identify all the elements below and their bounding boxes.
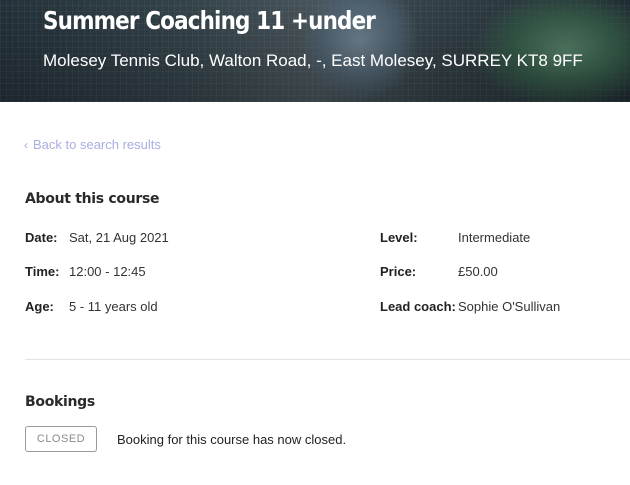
course-title: Summer Coaching 11 +under bbox=[43, 6, 376, 35]
chevron-left-icon: ‹ bbox=[24, 137, 28, 152]
age-row: Age: 5 - 11 years old bbox=[25, 299, 158, 314]
level-label: Level: bbox=[380, 230, 418, 245]
hero-banner: Summer Coaching 11 +under Molesey Tennis… bbox=[0, 0, 630, 102]
price-value: £50.00 bbox=[458, 264, 498, 279]
back-to-search-link[interactable]: ‹ Back to search results bbox=[24, 137, 161, 152]
time-label: Time: bbox=[25, 264, 60, 279]
level-row: Level: Intermediate bbox=[380, 230, 530, 245]
price-label: Price: bbox=[380, 264, 417, 279]
coach-label: Lead coach: bbox=[380, 299, 456, 314]
time-row: Time: 12:00 - 12:45 bbox=[25, 264, 146, 279]
date-label: Date: bbox=[25, 230, 58, 245]
booking-status-message: Booking for this course has now closed. bbox=[117, 432, 347, 447]
date-row: Date: Sat, 21 Aug 2021 bbox=[25, 230, 169, 245]
price-row: Price: £50.00 bbox=[380, 264, 498, 279]
bookings-section-title: Bookings bbox=[25, 394, 95, 410]
coach-row: Lead coach: Sophie O'Sullivan bbox=[380, 299, 560, 314]
section-divider bbox=[25, 359, 630, 360]
age-value: 5 - 11 years old bbox=[69, 299, 158, 314]
venue-address: Molesey Tennis Club, Walton Road, -, Eas… bbox=[43, 51, 583, 70]
coach-value: Sophie O'Sullivan bbox=[458, 299, 561, 314]
booking-status-badge: CLOSED bbox=[25, 426, 97, 452]
about-section-title: About this course bbox=[25, 191, 160, 207]
back-link-label: Back to search results bbox=[33, 137, 161, 152]
time-value: 12:00 - 12:45 bbox=[69, 264, 146, 279]
date-value: Sat, 21 Aug 2021 bbox=[69, 230, 169, 245]
level-value: Intermediate bbox=[458, 230, 531, 245]
age-label: Age: bbox=[25, 299, 54, 314]
